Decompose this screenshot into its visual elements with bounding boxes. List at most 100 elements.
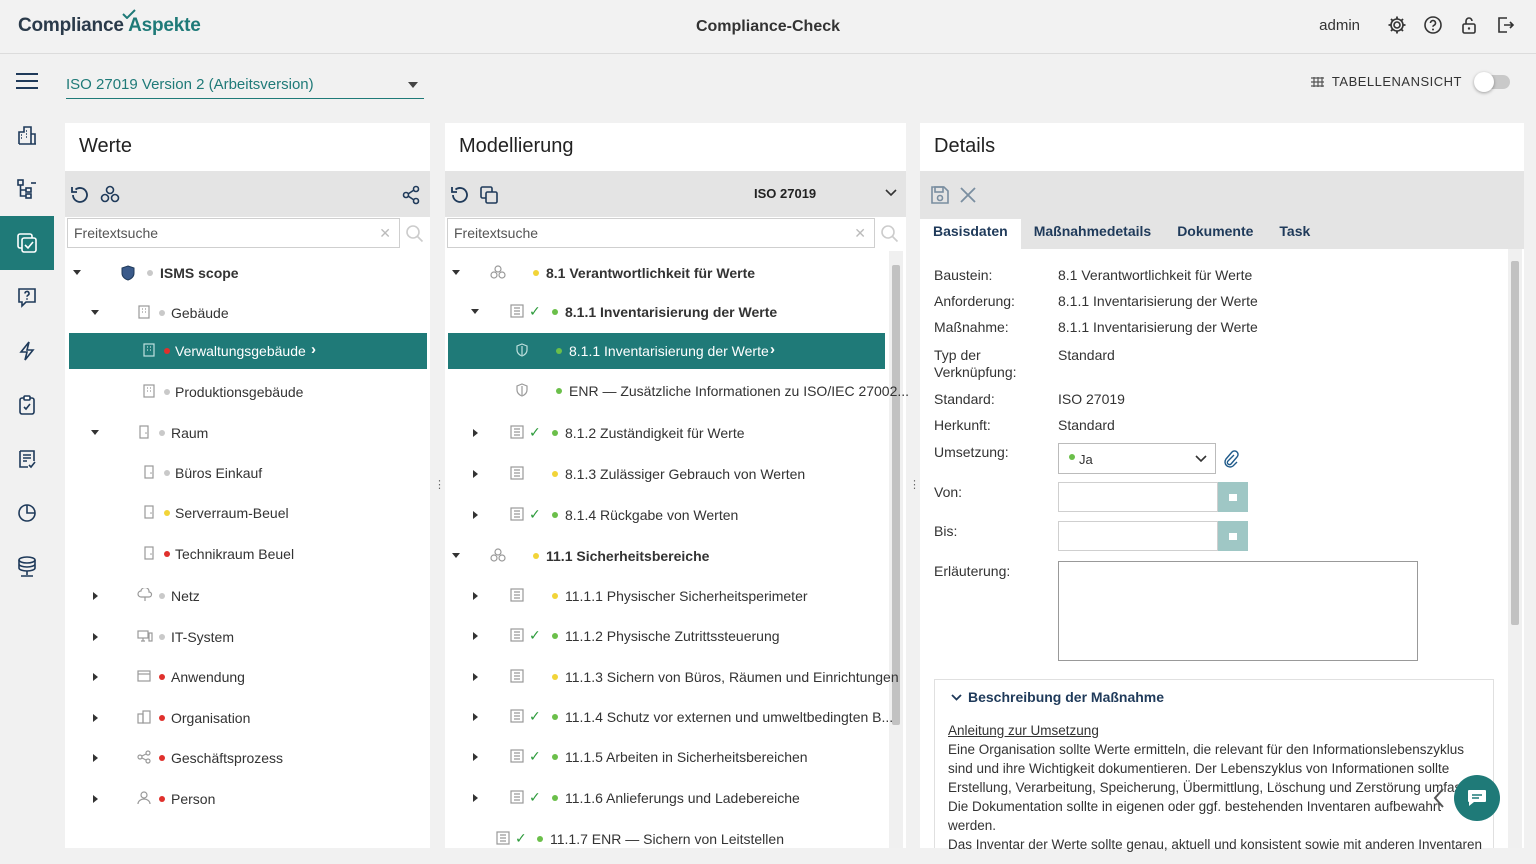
tree-item-raum[interactable]: Raum: [69, 415, 427, 451]
user-name[interactable]: admin: [1319, 17, 1360, 34]
table-view-switch[interactable]: [1474, 71, 1510, 92]
caret-right-icon[interactable]: [473, 470, 478, 478]
splitter-handle[interactable]: ⋮: [909, 478, 920, 491]
gear-icon[interactable]: [1386, 14, 1408, 36]
tree-item-isms-scope[interactable]: ISMS scope: [69, 255, 427, 291]
tree-item-8-1-2[interactable]: ✓ 8.1.2 Zuständigkeit für Werte: [448, 415, 885, 451]
tree-item-11-1-6[interactable]: ✓ 11.1.6 Anlieferungs und Ladebereiche: [448, 780, 885, 816]
database-icon[interactable]: [0, 540, 54, 594]
splitter-handle[interactable]: ⋮: [434, 478, 445, 491]
cluster-icon[interactable]: [99, 185, 121, 205]
table-view-toggle[interactable]: TABELLENANSICHT: [1310, 71, 1510, 92]
caret-right-icon[interactable]: [473, 632, 478, 640]
buildings-icon[interactable]: [0, 108, 54, 162]
caret-right-icon[interactable]: [473, 713, 478, 721]
compliance-icon[interactable]: [0, 216, 54, 270]
caret-right-icon[interactable]: [93, 673, 98, 681]
clear-icon[interactable]: ✕: [854, 225, 866, 242]
tree-item-11-1-3[interactable]: 11.1.3 Sichern von Büros, Räumen und Ein…: [448, 659, 899, 695]
tree-item-netz[interactable]: Netz: [69, 578, 427, 614]
tree-item-8-1-1[interactable]: ✓ 8.1.1 Inventarisierung der Werte: [448, 294, 885, 330]
scroll-thumb[interactable]: [892, 265, 900, 725]
tree-item-8-1-1-measure[interactable]: 8.1.1 Inventarisierung der Werte ›: [448, 333, 885, 369]
scroll-thumb[interactable]: [1511, 261, 1519, 625]
chevron-right-icon[interactable]: ›: [770, 341, 775, 358]
caret-right-icon[interactable]: [473, 753, 478, 761]
caret-right-icon[interactable]: [473, 429, 478, 437]
caret-right-icon[interactable]: [473, 673, 478, 681]
search-icon[interactable]: [405, 224, 425, 244]
save-icon[interactable]: [930, 185, 950, 205]
standard-dropdown[interactable]: ISO 27019: [754, 186, 816, 201]
tree-item-11-1-1[interactable]: 11.1.1 Physischer Sicherheitsperimeter: [448, 578, 885, 614]
tree-item-geschaeftsprozess[interactable]: Geschäftsprozess: [69, 740, 427, 776]
tree-item-verwaltungsgebaeude[interactable]: Verwaltungsgebäude ›: [69, 333, 427, 369]
lock-icon[interactable]: [1458, 14, 1480, 36]
chevron-down-icon[interactable]: [885, 189, 897, 197]
modellierung-search-input[interactable]: Freitextsuche ✕: [447, 218, 875, 248]
modellierung-scrollbar[interactable]: [889, 251, 903, 848]
caret-right-icon[interactable]: [93, 754, 98, 762]
lightning-icon[interactable]: [0, 324, 54, 378]
caret-right-icon[interactable]: [473, 592, 478, 600]
tree-item-it-system[interactable]: IT-System: [69, 619, 427, 655]
erlaeuterung-textarea[interactable]: [1058, 561, 1418, 661]
tree-item-8-1-3[interactable]: 8.1.3 Zulässiger Gebrauch von Werten: [448, 456, 885, 492]
tree-item-8-1-4[interactable]: ✓ 8.1.4 Rückgabe von Werten: [448, 497, 885, 533]
tree-item-11-1-2[interactable]: ✓ 11.1.2 Physische Zutrittssteuerung: [448, 618, 885, 654]
tree-item-11-1-4[interactable]: ✓ 11.1.4 Schutz vor externen und umweltb…: [448, 699, 893, 735]
paperclip-icon[interactable]: [1223, 450, 1239, 468]
umsetzung-select[interactable]: Ja: [1058, 443, 1216, 474]
chevron-down-icon[interactable]: [951, 694, 962, 702]
details-scrollbar[interactable]: [1508, 249, 1522, 848]
tab-dokumente[interactable]: Dokumente: [1164, 219, 1266, 249]
refresh-icon[interactable]: [69, 185, 91, 205]
help-icon[interactable]: [1422, 14, 1444, 36]
chat-button[interactable]: [1454, 775, 1500, 821]
tree-item-11-1-7[interactable]: ✓ 11.1.7 ENR — Sichern von Leitstellen: [448, 821, 885, 848]
tree-item-produktionsgebaeude[interactable]: Produktionsgebäude: [69, 374, 427, 410]
caret-down-icon[interactable]: [471, 309, 479, 314]
copy-icon[interactable]: [479, 185, 499, 205]
tree-item-anwendung[interactable]: Anwendung: [69, 659, 427, 695]
question-icon[interactable]: [0, 270, 54, 324]
caret-down-icon[interactable]: [452, 553, 460, 558]
tree-item-organisation[interactable]: Organisation: [69, 700, 427, 736]
caret-down-icon[interactable]: [73, 270, 81, 275]
caret-down-icon[interactable]: [452, 270, 460, 275]
chevron-left-icon[interactable]: [1432, 787, 1446, 809]
tree-icon[interactable]: [0, 162, 54, 216]
von-date-input[interactable]: [1058, 482, 1218, 512]
chevron-right-icon[interactable]: ›: [311, 341, 316, 358]
clipboard-check-icon[interactable]: [0, 378, 54, 432]
clear-icon[interactable]: ✕: [379, 225, 391, 242]
tree-item-bueros-einkauf[interactable]: Büros Einkauf: [69, 455, 427, 491]
tab-basisdaten[interactable]: Basisdaten: [920, 219, 1021, 249]
calendar-icon[interactable]: [1218, 482, 1248, 512]
caret-down-icon[interactable]: [91, 430, 99, 435]
tree-item-technikraum[interactable]: Technikraum Beuel: [69, 536, 427, 572]
caret-right-icon[interactable]: [93, 592, 98, 600]
caret-right-icon[interactable]: [93, 714, 98, 722]
logo[interactable]: Compliance Aspekte: [18, 9, 201, 37]
share-icon[interactable]: [401, 185, 421, 205]
close-icon[interactable]: [959, 186, 977, 204]
description-title[interactable]: Beschreibung der Maßnahme: [968, 689, 1164, 705]
logout-icon[interactable]: [1494, 14, 1516, 36]
caret-right-icon[interactable]: [473, 511, 478, 519]
tree-item-8-1[interactable]: 8.1 Verantwortlichkeit für Werte: [448, 255, 885, 291]
tree-item-person[interactable]: Person: [69, 781, 427, 817]
caret-right-icon[interactable]: [473, 794, 478, 802]
tree-item-gebaeude[interactable]: Gebäude: [69, 295, 427, 331]
werte-search-input[interactable]: Freitextsuche ✕: [67, 218, 400, 248]
tab-massnahmedetails[interactable]: Maßnahmedetails: [1021, 219, 1164, 249]
tree-item-11-1-5[interactable]: ✓ 11.1.5 Arbeiten in Sicherheitsbereiche…: [448, 739, 885, 775]
search-icon[interactable]: [880, 224, 900, 244]
tree-item-serverraum[interactable]: Serverraum-Beuel: [69, 495, 427, 531]
report-icon[interactable]: [0, 432, 54, 486]
caret-right-icon[interactable]: [93, 633, 98, 641]
standard-select[interactable]: ISO 27019 Version 2 (Arbeitsversion): [66, 72, 424, 99]
menu-icon[interactable]: [0, 54, 54, 108]
caret-right-icon[interactable]: [93, 795, 98, 803]
tree-item-11-1[interactable]: 11.1 Sicherheitsbereiche: [448, 538, 885, 574]
